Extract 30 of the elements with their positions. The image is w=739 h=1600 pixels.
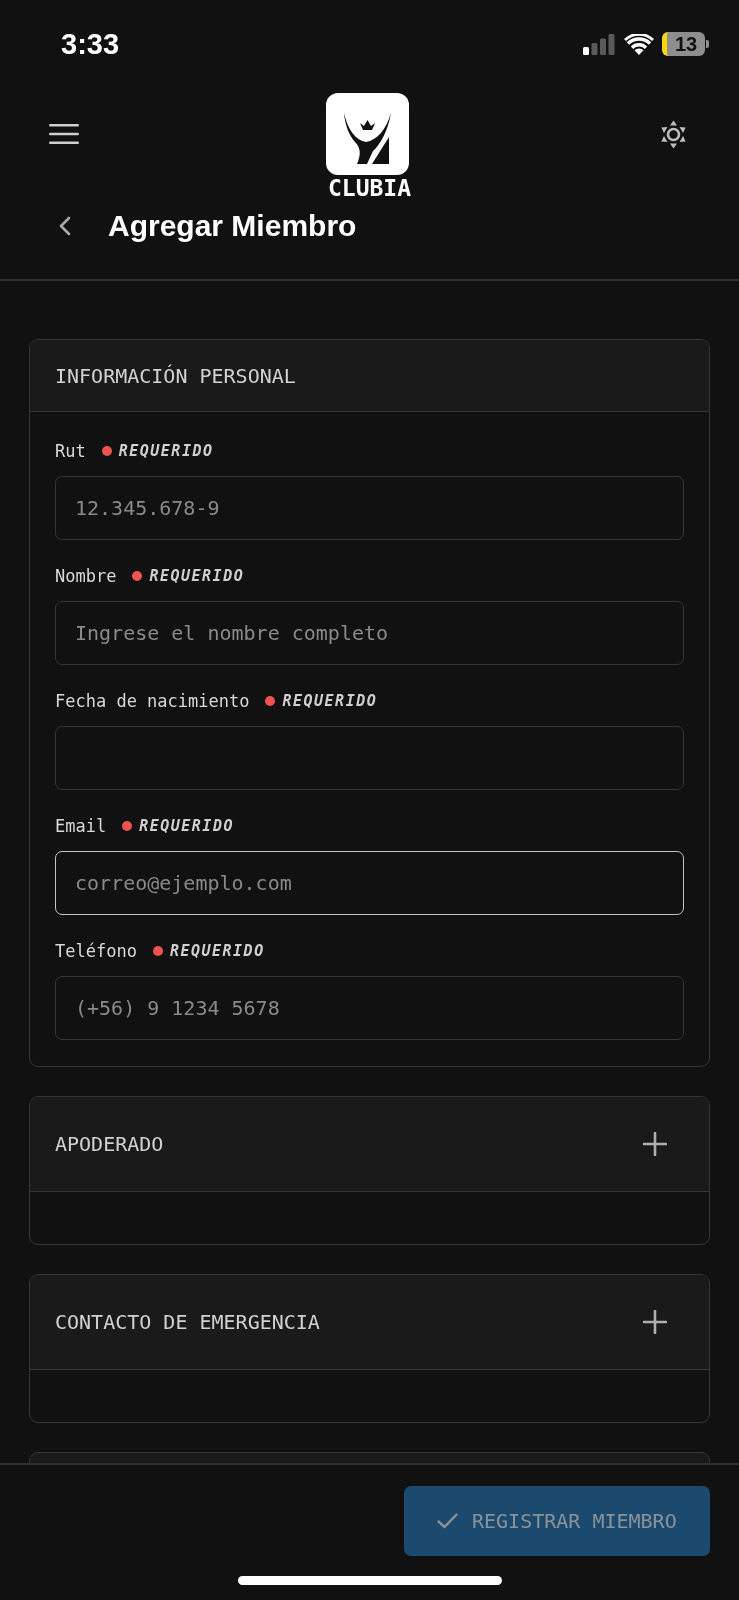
plus-icon[interactable]	[643, 1310, 667, 1334]
section-header[interactable]: INFORMACIÓN PERSONAL	[30, 340, 709, 412]
plus-icon[interactable]	[643, 1132, 667, 1156]
section-header[interactable]: APODERADO	[30, 1097, 709, 1192]
battery-percentage: 13	[674, 34, 698, 54]
page-title: Agregar Miembro	[108, 211, 357, 241]
menu-icon[interactable]	[49, 124, 79, 144]
wifi-icon	[624, 33, 654, 55]
field-label: Rut	[55, 442, 86, 460]
status-time: 3:33	[61, 29, 120, 59]
logo-icon	[326, 93, 410, 175]
input-field[interactable]	[55, 726, 684, 790]
input-field[interactable]: (+56) 9 1234 5678	[55, 976, 684, 1040]
field-label: Teléfono	[55, 942, 137, 960]
required-label: REQUERIDO	[118, 443, 214, 459]
required-label: REQUERIDO	[169, 943, 265, 959]
chevron-left-icon[interactable]	[58, 216, 72, 236]
required-label: REQUERIDO	[282, 693, 378, 709]
signal-icon	[583, 33, 615, 55]
sun-icon[interactable]	[660, 119, 687, 149]
section-header[interactable]: CONTACTO DE EMERGENCIA	[30, 1275, 709, 1370]
required-label: REQUERIDO	[149, 568, 245, 584]
field-label: Nombre	[55, 567, 117, 585]
field-label: Fecha de nacimiento	[55, 692, 250, 710]
check-icon	[437, 1513, 458, 1529]
input-field[interactable]: 12.345.678-9	[55, 476, 684, 540]
input-field[interactable]: Ingrese el nombre completo	[55, 601, 684, 665]
required-label: REQUERIDO	[139, 818, 234, 834]
logo-text: CLUBIA	[327, 176, 412, 200]
field-label: Email	[55, 817, 107, 835]
